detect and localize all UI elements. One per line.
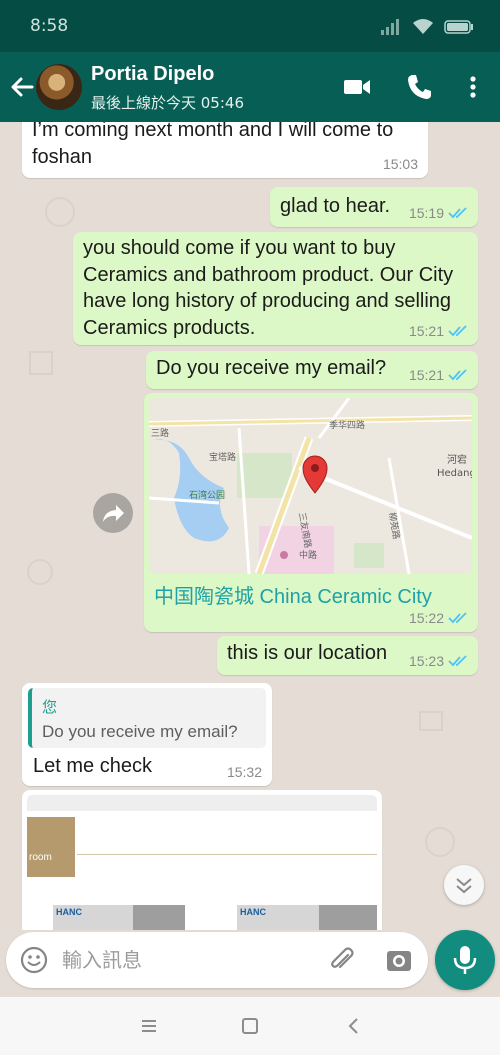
message-time: 15:21 — [408, 367, 444, 383]
wifi-icon — [413, 19, 433, 34]
message-text: Do you receive my email? — [156, 357, 387, 379]
message-text: glad to hear. — [280, 195, 391, 217]
phone-icon[interactable] — [404, 72, 434, 102]
home-nav-icon[interactable] — [237, 1013, 263, 1039]
message-bubble-reply[interactable]: 您 Do you receive my email? Let me check … — [22, 683, 272, 786]
last-seen-status: 最後上線於今天 05:46 — [91, 94, 244, 112]
message-meta: 15:22 — [409, 610, 468, 626]
read-ticks-icon — [448, 369, 467, 381]
avatar[interactable] — [36, 64, 82, 110]
message-text: this is our location — [227, 642, 388, 664]
mic-icon — [453, 946, 477, 974]
forward-share-button[interactable] — [93, 493, 133, 533]
video-call-icon[interactable] — [342, 72, 372, 102]
message-time: 15:03 — [382, 156, 418, 172]
read-ticks-icon — [448, 655, 467, 667]
map-label: Hedang — [437, 468, 472, 479]
back-arrow-icon[interactable] — [8, 72, 36, 102]
chat-header: Portia Dipelo 最後上線於今天 05:46 — [0, 52, 500, 122]
message-time: 15:22 — [408, 610, 444, 626]
message-text: Let me check — [33, 755, 152, 777]
message-meta: 15:23 — [409, 653, 468, 669]
status-icons — [380, 18, 474, 35]
message-bubble-outgoing[interactable]: you should come if you want to buy Ceram… — [73, 232, 478, 345]
image-label: HANC — [56, 907, 82, 917]
quoted-author: 您 — [42, 699, 58, 716]
message-bubble-outgoing[interactable]: this is our location 15:23 — [217, 636, 478, 675]
menu-nav-icon[interactable] — [136, 1013, 162, 1039]
scroll-to-bottom-button[interactable] — [444, 865, 484, 905]
image-attachment[interactable]: room HANC HANC — [27, 795, 377, 930]
map-label: 宝塔路 — [209, 451, 236, 463]
message-meta: 15:19 — [409, 205, 468, 221]
message-meta: 15:03 — [383, 156, 418, 172]
read-ticks-icon — [448, 207, 467, 219]
message-composer — [6, 932, 428, 988]
chat-area[interactable]: I’m coming next month and I will come to… — [0, 122, 500, 930]
map-label: 中路 — [299, 549, 317, 561]
message-meta: 15:32 — [227, 764, 262, 780]
message-bubble-incoming[interactable]: I’m coming next month and I will come to… — [22, 122, 428, 178]
map-image: 季华四路 三路 宝塔路 石湾公园 河宕 Hedang 柳苑路 三友南路 中路 — [149, 398, 472, 574]
more-vert-icon[interactable] — [458, 72, 488, 102]
message-bubble-image[interactable]: room HANC HANC — [22, 790, 382, 930]
message-time: 15:19 — [408, 205, 444, 221]
read-ticks-icon — [448, 612, 467, 624]
quoted-message[interactable]: 您 Do you receive my email? — [28, 688, 266, 748]
attach-icon[interactable] — [328, 946, 356, 974]
mic-button[interactable] — [435, 930, 495, 990]
quoted-text: Do you receive my email? — [42, 722, 238, 741]
double-chevron-down-icon — [456, 878, 472, 894]
message-bubble-outgoing[interactable]: glad to hear. 15:19 — [270, 187, 478, 227]
map-label: 河宕 — [447, 453, 467, 466]
camera-icon[interactable] — [384, 945, 414, 975]
battery-icon — [444, 19, 473, 34]
location-map[interactable]: 季华四路 三路 宝塔路 石湾公园 河宕 Hedang 柳苑路 三友南路 中路 — [149, 398, 472, 574]
message-time: 15:21 — [408, 323, 444, 339]
message-meta: 15:21 — [409, 367, 468, 383]
status-bar: 8:58 — [0, 0, 500, 52]
read-ticks-icon — [448, 325, 467, 337]
message-time: 15:32 — [226, 764, 262, 780]
map-label: 三路 — [151, 427, 169, 439]
share-arrow-icon — [103, 505, 124, 522]
message-time: 15:23 — [408, 653, 444, 669]
back-nav-icon[interactable] — [341, 1013, 367, 1039]
message-meta: 15:21 — [409, 323, 468, 339]
map-label: 石湾公园 — [189, 489, 225, 501]
message-bubble-location[interactable]: 季华四路 三路 宝塔路 石湾公园 河宕 Hedang 柳苑路 三友南路 中路 中… — [144, 393, 478, 632]
location-title-link[interactable]: 中国陶瓷城 China Ceramic City — [154, 580, 432, 609]
image-label: HANC — [240, 907, 266, 917]
message-text: I’m coming next month and I will come to… — [32, 122, 394, 168]
image-label: room — [29, 852, 52, 863]
message-input[interactable] — [62, 944, 312, 976]
message-bubble-outgoing[interactable]: Do you receive my email? 15:21 — [146, 351, 478, 389]
status-time: 8:58 — [30, 16, 69, 36]
emoji-icon[interactable] — [20, 946, 48, 974]
system-nav-bar — [0, 997, 500, 1055]
signal-icon — [381, 18, 399, 35]
contact-name[interactable]: Portia Dipelo — [91, 63, 214, 86]
map-label: 季华四路 — [329, 419, 365, 431]
